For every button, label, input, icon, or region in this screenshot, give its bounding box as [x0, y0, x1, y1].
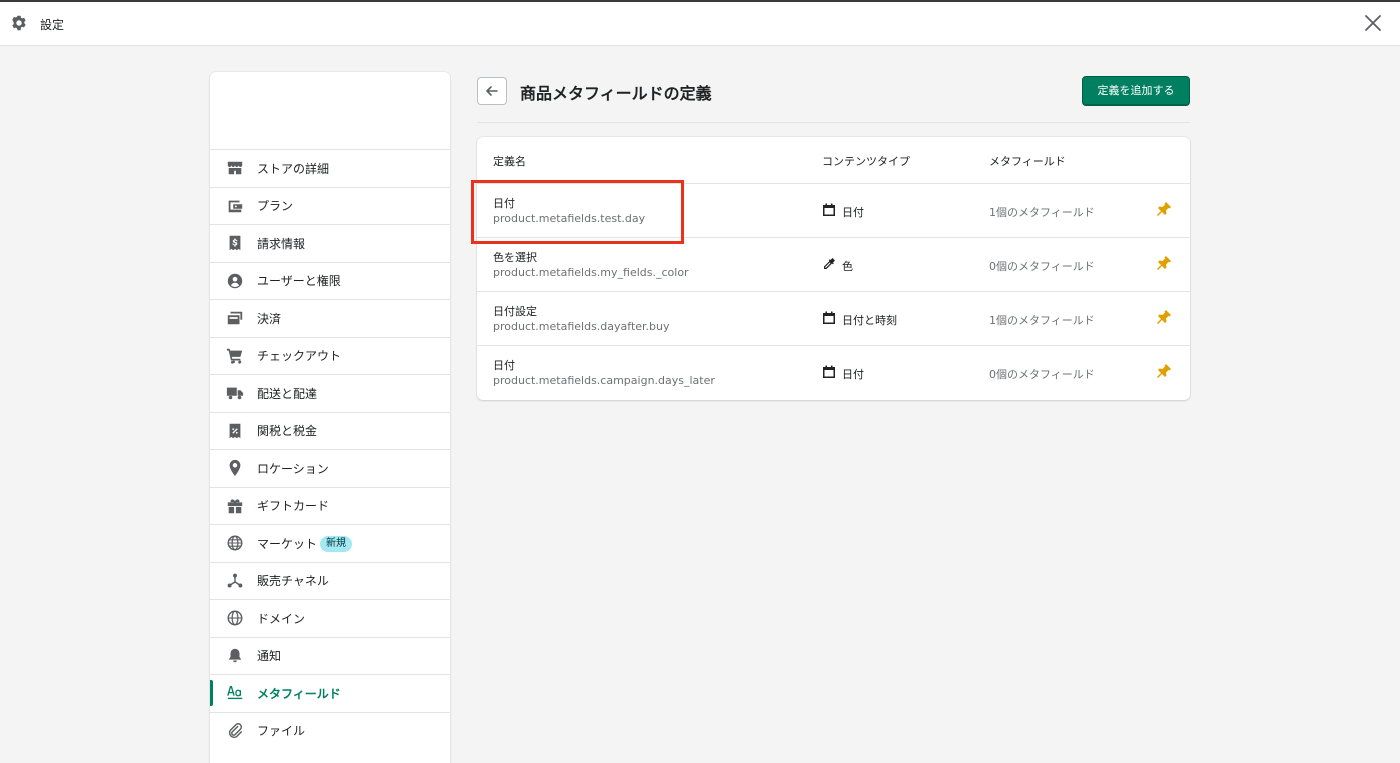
table-row[interactable]: 日付設定 product.metafields.dayafter.buy 日付と…	[477, 291, 1190, 345]
metafield-count: 0個のメタフィールド	[989, 260, 1095, 273]
sidebar-item-users[interactable]: ユーザーと権限	[210, 261, 450, 300]
sidebar-item-label: 関税と税金	[257, 424, 318, 439]
table-row[interactable]: 日付 product.metafields.test.day 日付 1個のメタフ…	[477, 183, 1190, 237]
store-logo	[216, 92, 390, 140]
settings-topbar: 設定	[0, 0, 1400, 46]
page-title: 商品メタフィールドの定義	[520, 84, 712, 103]
back-button[interactable]	[477, 77, 507, 105]
sidebar-item-label: ファイル	[257, 724, 306, 739]
definition-key: product.metafields.my_fields._color	[493, 266, 689, 279]
definition-key: product.metafields.dayafter.buy	[493, 320, 670, 333]
pin-icon[interactable]	[1156, 363, 1172, 379]
billing-icon	[229, 235, 241, 251]
definitions-table: 定義名 コンテンツタイプ メタフィールド 日付 product.metafiel…	[477, 137, 1190, 400]
sidebar-item-checkout[interactable]: チェックアウト	[210, 336, 450, 375]
definition-key: product.metafields.test.day	[493, 212, 646, 225]
column-header-count: メタフィールド	[989, 155, 1066, 168]
metafield-count: 1個のメタフィールド	[989, 314, 1095, 327]
sidebar-item-files[interactable]: ファイル	[210, 711, 450, 750]
payments-icon	[227, 311, 243, 325]
bell-icon	[228, 648, 242, 662]
sidebar-item-store-details[interactable]: ストアの詳細	[210, 149, 450, 187]
calendar-icon	[823, 311, 835, 324]
sidebar-item-taxes[interactable]: 関税と税金	[210, 411, 450, 450]
content-type: 日付	[842, 368, 864, 381]
sidebar-item-gift-cards[interactable]: ギフトカード	[210, 486, 450, 525]
pin-icon[interactable]	[1156, 201, 1172, 217]
sidebar-item-label: ユーザーと権限	[257, 274, 341, 289]
truck-icon	[226, 387, 244, 400]
header-divider	[477, 122, 1190, 123]
metafield-count: 1個のメタフィールド	[989, 206, 1095, 219]
paperclip-icon	[228, 722, 243, 738]
sidebar-item-label: マーケット	[257, 536, 318, 551]
metafield-count: 0個のメタフィールド	[989, 368, 1095, 381]
tax-icon	[229, 423, 241, 438]
add-definition-button[interactable]: 定義を追加する	[1082, 76, 1190, 106]
metafields-icon	[227, 686, 243, 700]
new-badge: 新規	[320, 536, 352, 552]
domain-icon	[227, 610, 243, 626]
close-icon[interactable]	[1364, 14, 1382, 32]
sidebar-item-notifications[interactable]: 通知	[210, 636, 450, 675]
pin-icon[interactable]	[1156, 309, 1172, 325]
gear-icon	[12, 15, 26, 31]
sidebar-item-label: 販売チャネル	[257, 574, 329, 589]
definition-name: 日付	[493, 359, 515, 372]
location-icon	[229, 459, 241, 477]
sidebar-item-label: ロケーション	[257, 461, 329, 476]
user-icon	[227, 273, 243, 288]
sidebar-item-payments[interactable]: 決済	[210, 299, 450, 337]
wallet-icon	[228, 200, 243, 212]
table-row[interactable]: 日付 product.metafields.campaign.days_late…	[477, 345, 1190, 399]
content-type: 日付	[842, 206, 864, 219]
sidebar-item-shipping[interactable]: 配送と配達	[210, 374, 450, 412]
settings-sidebar: ストアの詳細 プラン 請求情報 ユーザーと権限 決済 チェックアウト 配送と配達	[210, 72, 450, 763]
sidebar-item-sales-channels[interactable]: 販売チャネル	[210, 561, 450, 600]
arrow-left-icon	[486, 86, 498, 96]
channels-icon	[227, 573, 243, 587]
pin-icon[interactable]	[1156, 255, 1172, 271]
sidebar-item-label: 配送と配達	[257, 386, 318, 401]
content-type: 色	[842, 260, 853, 273]
window-title: 設定	[40, 18, 65, 32]
definition-name: 日付設定	[493, 305, 537, 318]
store-icon	[227, 161, 243, 175]
sidebar-item-label: 決済	[257, 311, 282, 326]
column-header-name: 定義名	[493, 155, 526, 168]
sidebar-item-locations[interactable]: ロケーション	[210, 449, 450, 487]
globe-icon	[227, 535, 243, 551]
definition-name: 色を選択	[493, 251, 537, 264]
settings-nav: ストアの詳細 プラン 請求情報 ユーザーと権限 決済 チェックアウト 配送と配達	[210, 149, 450, 749]
calendar-icon	[823, 203, 835, 216]
sidebar-item-label: 請求情報	[257, 236, 306, 251]
eyedropper-icon	[824, 258, 835, 269]
definition-key: product.metafields.campaign.days_later	[493, 374, 715, 387]
sidebar-item-label: プラン	[257, 199, 294, 214]
sidebar-item-markets[interactable]: マーケット 新規	[210, 524, 450, 562]
sidebar-item-label: ストアの詳細	[257, 161, 330, 176]
sidebar-item-label: チェックアウト	[257, 349, 342, 364]
table-row[interactable]: 色を選択 product.metafields.my_fields._color…	[477, 237, 1190, 291]
gift-icon	[227, 498, 243, 513]
sidebar-item-metafields[interactable]: メタフィールド	[210, 674, 450, 712]
calendar-icon	[823, 365, 835, 378]
content-type: 日付と時刻	[842, 314, 897, 327]
cart-icon	[226, 348, 243, 364]
sidebar-item-label: 通知	[257, 649, 282, 664]
column-header-type: コンテンツタイプ	[822, 155, 910, 168]
sidebar-item-billing[interactable]: 請求情報	[210, 224, 450, 262]
sidebar-item-domains[interactable]: ドメイン	[210, 599, 450, 637]
sidebar-item-label: ギフトカード	[257, 499, 330, 514]
sidebar-item-label: ドメイン	[257, 611, 306, 626]
sidebar-item-label: メタフィールド	[257, 686, 341, 701]
definition-name: 日付	[493, 197, 515, 210]
sidebar-item-plan[interactable]: プラン	[210, 186, 450, 225]
